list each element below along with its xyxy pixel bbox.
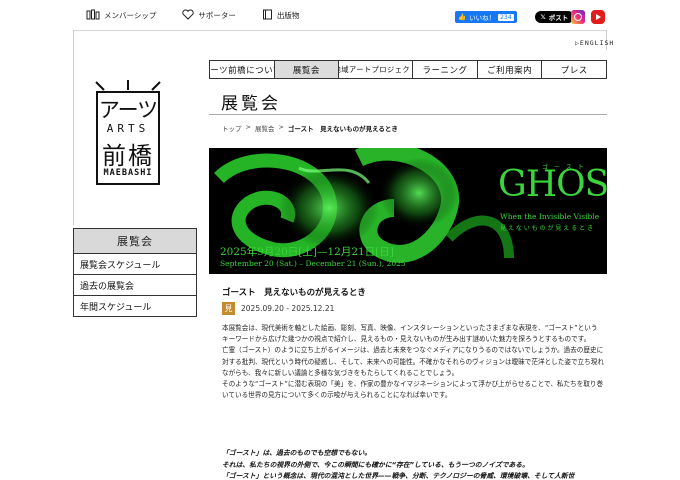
heart-icon — [182, 9, 195, 22]
instagram-icon[interactable] — [571, 10, 585, 24]
statement-line: 「ゴースト」は、過去のものでも空想でもない。 — [222, 449, 372, 457]
top-link-label: サポーター — [198, 11, 236, 20]
facebook-like-button[interactable]: 👍 いいね！ 234 — [455, 11, 517, 23]
top-bar: メンバーシップ サポーター 出版物 👍 いいね！ 234 𝕏 ポスト — [0, 0, 680, 34]
social-buttons: 👍 いいね！ 234 𝕏 ポスト — [455, 11, 575, 23]
exhibition-description: 本展覧会は、現代美術を軸とした絵画、彫刻、写真、映像、インスタレーションといった… — [222, 323, 604, 401]
sidebar-item-annual[interactable]: 年間スケジュール — [73, 296, 197, 317]
nav-press[interactable]: プレス — [542, 61, 606, 78]
arts-maebashi-logo[interactable]: アーツ ARTS 前橋 MAEBASHI — [94, 80, 162, 188]
top-link-label: 出版物 — [276, 11, 300, 20]
banner-date-en: September 20 (Sat.) – December 21 (Sun.)… — [220, 259, 406, 268]
header-divider — [73, 30, 607, 31]
exhibition-dates: 2025.09.20 - 2025.12.21 — [241, 304, 335, 313]
main-nav: アーツ前橋について 展覧会 地域アートプロジェクト ラーニング ご利用案内 プレ… — [209, 60, 607, 79]
exhibition-banner[interactable]: ゴ ー ス ト GHOST When the Invisible Visible… — [209, 148, 607, 274]
frame-line — [73, 30, 74, 225]
english-link[interactable]: ▷ENGLISH — [575, 39, 614, 47]
nav-exhibitions[interactable]: 展覧会 — [274, 61, 340, 78]
nav-about[interactable]: アーツ前橋について — [210, 61, 275, 78]
youtube-icon[interactable] — [591, 10, 605, 24]
banner-subtitle-ja: 見 え な い も の が 見 え る と き — [500, 225, 593, 232]
breadcrumb-home[interactable]: トップ — [222, 123, 242, 133]
exhibition-statement: 「ゴースト」は、過去のものでも空想でもない。 それは、私たちの視界の外側で、今こ… — [222, 448, 604, 480]
nav-community-art[interactable]: 地域アートプロジェクト — [339, 61, 414, 78]
logo-text-maebashi-ja: 前橋 — [102, 142, 154, 170]
sidebar: 展覧会 展覧会スケジュール 過去の展覧会 年間スケジュール — [73, 228, 197, 317]
thumbs-up-icon: 👍 — [458, 13, 467, 21]
page-title: 展覧会 — [221, 94, 281, 114]
sidebar-item-past[interactable]: 過去の展覧会 — [73, 275, 197, 296]
sidebar-heading: 展覧会 — [73, 228, 197, 254]
title-rule — [209, 114, 607, 115]
nav-learning[interactable]: ラーニング — [413, 61, 478, 78]
breadcrumb: トップ > 展覧会 > ゴースト 見えないものが見えるとき — [222, 123, 398, 133]
sidebar-item-schedule[interactable]: 展覧会スケジュール — [73, 254, 197, 275]
banner-subtitle: When the Invisible Visible — [500, 212, 600, 221]
top-link-label: メンバーシップ — [104, 11, 157, 20]
logo-text-arts-ja: アーツ — [98, 98, 158, 122]
fb-like-count: 234 — [498, 13, 514, 21]
breadcrumb-current: ゴースト 見えないものが見えるとき — [287, 125, 398, 133]
statement-line: それは、私たちの視界の外側で、今この瞬間にも確かに“存在”している、もう一つのノ… — [222, 460, 529, 469]
book-icon — [262, 9, 273, 22]
top-link-supporter[interactable]: サポーター — [182, 9, 236, 22]
exhibition-dates-row: 見 2025.09.20 - 2025.12.21 — [222, 302, 334, 315]
description-paragraph: そのような“ゴースト”に潜む表現の「美」を、作家の豊かなイマジネーションによって… — [222, 380, 604, 400]
description-paragraph: 本展覧会は、現代美術を軸とした絵画、彫刻、写真、映像、インスタレーションといった… — [222, 324, 598, 344]
top-link-publications[interactable]: 出版物 — [262, 9, 300, 22]
logo-text-arts-en: ARTS — [106, 122, 150, 135]
fb-like-label: いいね！ — [469, 14, 496, 22]
x-post-label: ポスト — [548, 14, 569, 22]
description-paragraph: 亡霊（ゴースト）のように立ち上がるイメージは、過去と未来をつなぐメディアになりう… — [222, 346, 604, 377]
members-icon — [86, 9, 100, 22]
exhibition-title: ゴースト 見えないものが見えるとき — [222, 288, 366, 298]
breadcrumb-exhibitions[interactable]: 展覧会 — [255, 123, 275, 133]
statement-line: 「ゴースト」という概念は、現代の混沌とした世界——戦争、分断、テクノロジーの脅威… — [222, 472, 575, 480]
logo-text-maebashi-en: MAEBASHI — [103, 168, 153, 178]
x-logo-icon: 𝕏 — [540, 13, 546, 21]
banner-date-ja: 2025年9月20日[土]—12月21日[日] — [220, 246, 394, 258]
x-post-button[interactable]: 𝕏 ポスト — [534, 11, 575, 23]
nav-visit[interactable]: ご利用案内 — [478, 61, 543, 78]
banner-title: GHOST — [498, 164, 607, 205]
breadcrumb-separator: > — [245, 123, 251, 131]
top-links: メンバーシップ サポーター 出版物 — [86, 9, 325, 22]
breadcrumb-separator: > — [278, 123, 284, 131]
top-link-membership[interactable]: メンバーシップ — [86, 9, 156, 22]
category-badge: 見 — [222, 302, 235, 315]
